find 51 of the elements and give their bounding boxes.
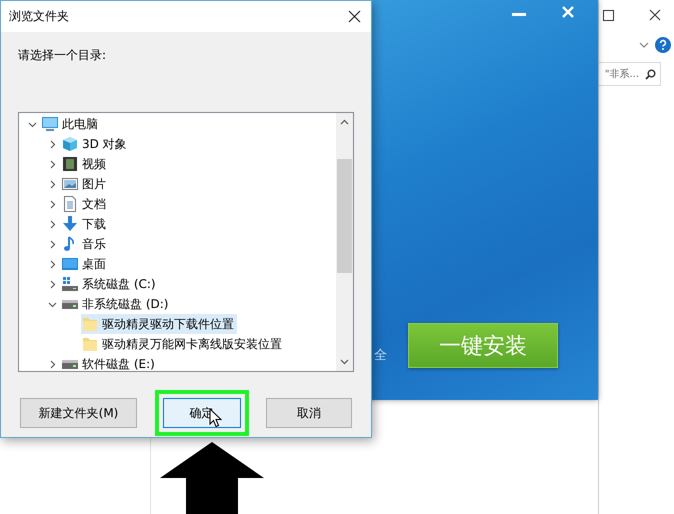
minimize-icon[interactable] bbox=[512, 13, 526, 17]
tree-item[interactable]: 桌面 bbox=[61, 254, 109, 274]
chevron-right-icon[interactable] bbox=[48, 160, 56, 168]
dialog-button[interactable]: 取消 bbox=[266, 398, 352, 428]
folder-icon bbox=[82, 316, 98, 332]
chevron-right-icon[interactable] bbox=[48, 220, 56, 228]
dialog-button[interactable]: 新建文件夹(M) bbox=[20, 398, 137, 428]
chevron-down-icon[interactable] bbox=[28, 120, 36, 128]
folder-icon bbox=[82, 336, 98, 352]
chevron-right-icon[interactable] bbox=[48, 240, 56, 248]
film-icon bbox=[62, 156, 78, 172]
search-icon bbox=[645, 68, 656, 80]
chevron-right-icon[interactable] bbox=[48, 360, 56, 368]
tree-item[interactable]: 视频 bbox=[61, 154, 109, 174]
drive-icon bbox=[62, 276, 78, 292]
tree-item[interactable]: 文档 bbox=[61, 194, 109, 214]
chevron-right-icon[interactable] bbox=[48, 200, 56, 208]
desktop-icon bbox=[62, 256, 78, 272]
window-title: 浏览文件夹 bbox=[9, 8, 69, 25]
scroll-up-icon[interactable] bbox=[340, 119, 349, 125]
chevron-down-icon[interactable] bbox=[639, 42, 649, 48]
monitor-icon bbox=[42, 116, 58, 132]
maximize-icon[interactable] bbox=[603, 10, 614, 21]
tree-item[interactable]: 驱动精灵驱动下载件位置 bbox=[81, 314, 237, 334]
chevron-right-icon[interactable] bbox=[48, 280, 56, 288]
up-arrow-icon bbox=[160, 442, 264, 514]
tree-item[interactable]: 下载 bbox=[61, 214, 109, 234]
down-arrow-icon bbox=[62, 216, 78, 232]
tree-item[interactable]: 驱动精灵万能网卡离线版安装位置 bbox=[81, 334, 285, 354]
close-icon[interactable] bbox=[348, 10, 361, 23]
document-icon bbox=[62, 196, 78, 212]
prompt-text: 请选择一个目录: bbox=[18, 47, 108, 64]
chevron-right-icon[interactable] bbox=[48, 180, 56, 188]
close-icon[interactable] bbox=[649, 9, 661, 21]
tree-item[interactable]: 系统磁盘 (C:) bbox=[61, 274, 159, 294]
scroll-down-icon[interactable] bbox=[340, 359, 349, 365]
tree-item[interactable]: 音乐 bbox=[61, 234, 109, 254]
tree-item[interactable]: 3D 对象 bbox=[61, 134, 130, 154]
chevron-right-icon[interactable] bbox=[48, 260, 56, 268]
tree-item[interactable]: 非系统磁盘 (D:) bbox=[61, 294, 172, 314]
tree-item[interactable]: 此电脑 bbox=[41, 114, 101, 134]
scrollbar[interactable] bbox=[336, 113, 353, 371]
chevron-down-icon[interactable] bbox=[48, 300, 56, 308]
picture-icon bbox=[62, 176, 78, 192]
tree-item[interactable]: 图片 bbox=[61, 174, 109, 194]
tree-item[interactable]: 软件磁盘 (E:) bbox=[61, 354, 158, 374]
installer-text: 全 bbox=[374, 347, 387, 364]
chevron-right-icon[interactable] bbox=[48, 140, 56, 148]
help-icon[interactable] bbox=[655, 37, 671, 53]
cube-icon bbox=[62, 136, 78, 152]
search-field[interactable]: "非系... bbox=[599, 62, 661, 86]
